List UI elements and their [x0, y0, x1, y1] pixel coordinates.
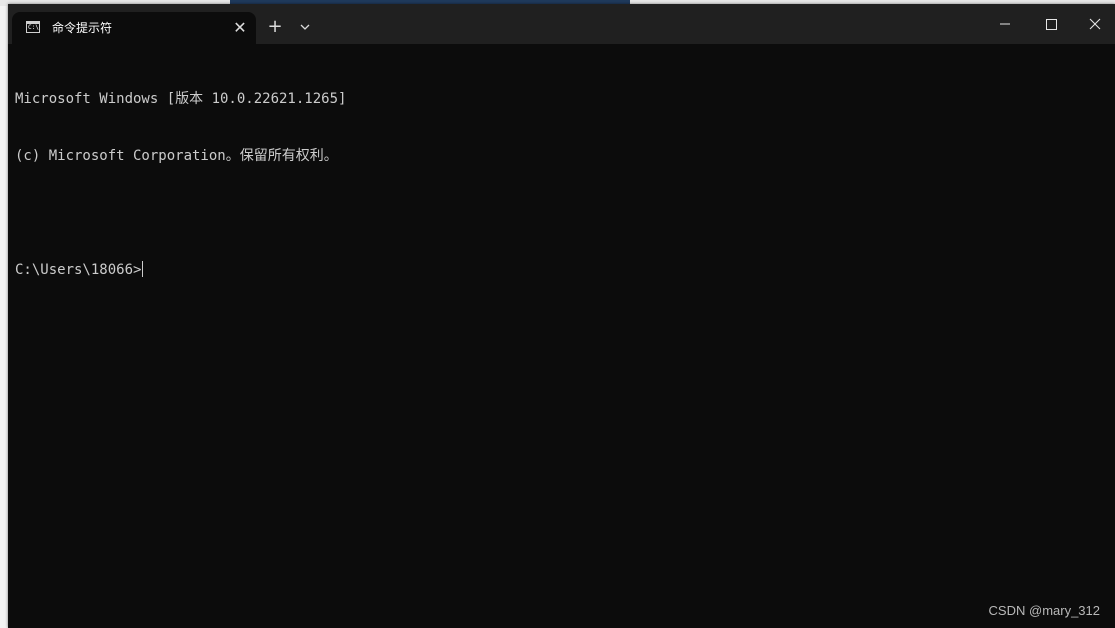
- maximize-button[interactable]: [1028, 4, 1074, 44]
- chevron-down-icon: [300, 24, 310, 30]
- watermark: CSDN @mary_312: [988, 603, 1100, 618]
- terminal-window: C:\ 命令提示符 ✕ + Microsoft Windows [版本 10.0…: [8, 4, 1115, 628]
- tab-command-prompt[interactable]: C:\ 命令提示符 ✕: [12, 12, 256, 44]
- minimize-icon: [1000, 23, 1010, 25]
- text-cursor: [142, 261, 144, 277]
- console-line-version: Microsoft Windows [版本 10.0.22621.1265]: [15, 91, 347, 107]
- tab-dropdown-button[interactable]: [295, 16, 315, 38]
- console-line-copyright: (c) Microsoft Corporation。保留所有权利。: [15, 148, 338, 164]
- cmd-icon: C:\: [26, 21, 40, 33]
- console-prompt: C:\Users\18066>: [15, 262, 142, 278]
- minimize-button[interactable]: [982, 4, 1028, 44]
- tab-close-button[interactable]: ✕: [230, 18, 250, 38]
- new-tab-button[interactable]: +: [264, 16, 286, 38]
- desktop-background: [0, 0, 8, 628]
- console-prompt-line[interactable]: C:\Users\18066>: [15, 261, 1105, 280]
- close-button[interactable]: [1074, 4, 1115, 44]
- title-bar[interactable]: C:\ 命令提示符 ✕ +: [8, 4, 1115, 44]
- maximize-icon: [1046, 19, 1057, 30]
- close-icon: [1089, 18, 1101, 30]
- console-output[interactable]: Microsoft Windows [版本 10.0.22621.1265] (…: [15, 52, 1105, 318]
- tab-title: 命令提示符: [52, 21, 113, 35]
